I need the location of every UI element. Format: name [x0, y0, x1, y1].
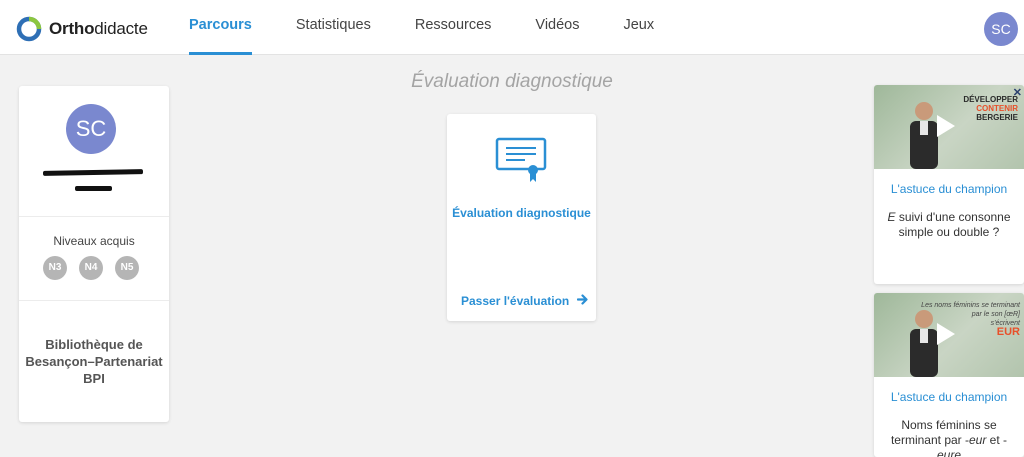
certificate-icon [495, 137, 547, 190]
play-icon[interactable] [937, 115, 955, 137]
thumbnail-caption: DÉVELOPPER CONTENIR BERGERIE [963, 95, 1018, 122]
evaluation-title: Évaluation diagnostique [452, 206, 591, 220]
video-card[interactable]: DÉVELOPPER CONTENIR BERGERIE ✕ L'astuce … [874, 85, 1024, 284]
library-name: Bibliothèque de Besançon–Partenariat BPI [25, 337, 163, 386]
video-description: E suivi d'une consonne simple ou double … [882, 210, 1016, 240]
nav-item-ressources[interactable]: Ressources [415, 0, 492, 55]
info-icon[interactable]: ✕ [1013, 86, 1022, 99]
thumbnail-caption-line: EUR [996, 326, 1020, 338]
main-nav: Parcours Statistiques Ressources Vidéos … [189, 0, 698, 55]
logo-text: Orthodidacte [49, 19, 148, 38]
video-description-text: suivi d'une consonne simple ou double ? [895, 210, 1011, 239]
arrow-right-icon [577, 294, 588, 308]
level-badge: N3 [43, 256, 67, 280]
app-logo[interactable]: Orthodidacte [16, 16, 148, 42]
thumbnail-caption: Les noms féminins se terminant par le so… [921, 301, 1020, 338]
thumbnail-caption-line: DÉVELOPPER [963, 95, 1018, 104]
video-description: Noms féminins se terminant par -eur et -… [882, 418, 1016, 457]
nav-item-parcours[interactable]: Parcours [189, 0, 252, 55]
top-navbar: Orthodidacte Parcours Statistiques Resso… [0, 0, 1024, 55]
level-badge: N5 [115, 256, 139, 280]
levels-list: N3 N4 N5 [43, 256, 151, 280]
nav-item-jeux[interactable]: Jeux [623, 0, 654, 55]
video-thumbnail[interactable]: DÉVELOPPER CONTENIR BERGERIE ✕ [874, 85, 1024, 169]
logo-icon [16, 16, 42, 42]
level-badge: N4 [79, 256, 103, 280]
divider [19, 300, 169, 301]
video-thumbnail[interactable]: Les noms féminins se terminant par le so… [874, 293, 1024, 377]
thumbnail-caption-line: par le son [œR] [971, 311, 1020, 318]
video-description-emphasis: eure [936, 448, 962, 457]
nav-item-statistiques[interactable]: Statistiques [296, 0, 371, 55]
divider [19, 216, 169, 217]
levels-label: Niveaux acquis [53, 234, 135, 248]
start-evaluation-label: Passer l'évaluation [461, 294, 570, 308]
nav-item-videos[interactable]: Vidéos [535, 0, 579, 55]
video-description-emphasis: eur [969, 433, 987, 447]
play-icon[interactable] [937, 323, 955, 345]
video-card[interactable]: Les noms féminins se terminant par le so… [874, 293, 1024, 457]
profile-card: SC Niveaux acquis N3 N4 N5 Bibliothèque … [19, 86, 169, 422]
profile-avatar: SC [66, 104, 116, 154]
thumbnail-caption-line: CONTENIR [976, 104, 1018, 113]
video-title[interactable]: L'astuce du champion [874, 182, 1024, 196]
start-evaluation-button[interactable]: Passer l'évaluation [461, 294, 588, 308]
redacted-name-line [42, 169, 144, 176]
thumbnail-caption-line: BERGERIE [976, 113, 1018, 122]
video-title[interactable]: L'astuce du champion [874, 390, 1024, 404]
user-avatar-menu[interactable]: SC [984, 12, 1018, 46]
video-description-text: et - [986, 433, 1008, 447]
thumbnail-caption-line: Les noms féminins se terminant [921, 302, 1020, 309]
redacted-name-line [75, 186, 112, 191]
evaluation-card[interactable]: Évaluation diagnostique Passer l'évaluat… [447, 114, 596, 321]
